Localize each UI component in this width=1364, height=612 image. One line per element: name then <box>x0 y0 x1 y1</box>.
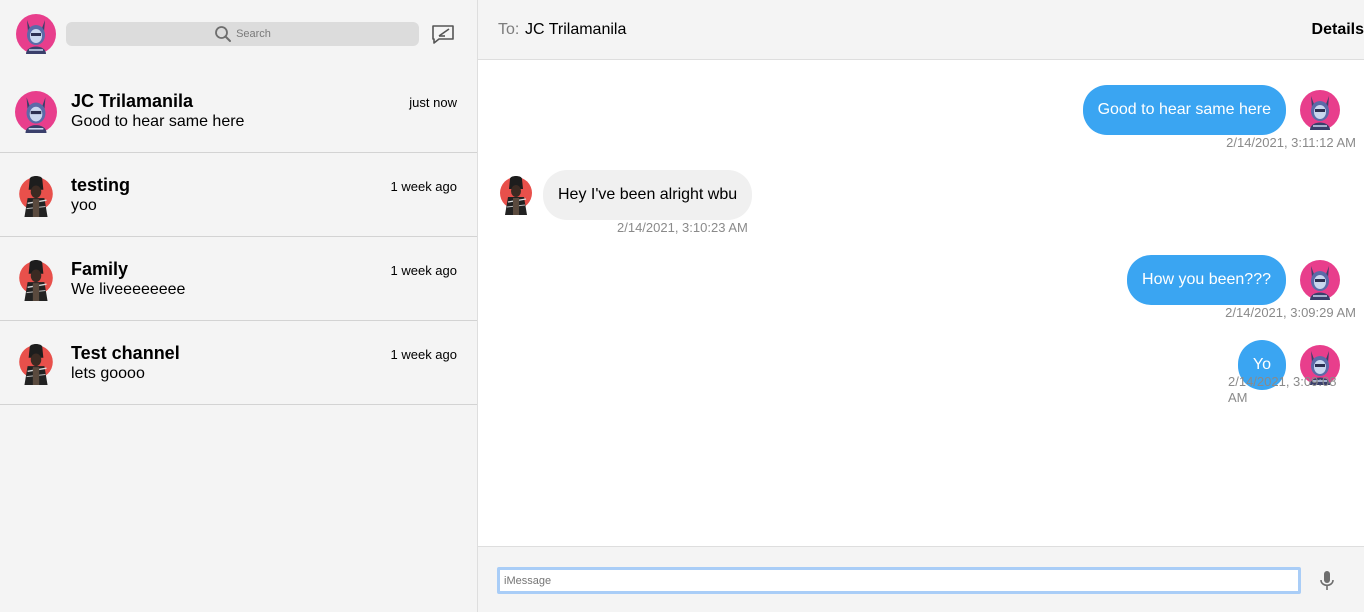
conversation-item[interactable]: testing yoo 1 week ago <box>0 153 477 237</box>
conversation-name: Test channel <box>71 343 180 363</box>
sidebar-header: Search <box>0 0 477 68</box>
user-avatar[interactable] <box>16 14 56 54</box>
composer <box>478 546 1364 612</box>
microphone-icon[interactable] <box>1318 570 1336 592</box>
message-timestamp: 2/14/2021, 3:09:08 AM <box>1228 374 1337 405</box>
search-field[interactable]: Search <box>66 22 419 46</box>
message-avatar <box>1300 90 1340 130</box>
conversation-item[interactable]: JC Trilamanila Good to hear same here ju… <box>0 69 477 153</box>
conversation-time: just now <box>409 95 457 110</box>
recipient-name: JC Trilamanila <box>525 21 627 38</box>
search-placeholder: Search <box>236 28 271 40</box>
search-icon <box>215 26 232 42</box>
message-timestamp: 2/14/2021, 3:09:29 AM <box>1225 305 1356 320</box>
message-bubble-outgoing[interactable]: How you been??? <box>1127 255 1286 305</box>
message-bubble-outgoing[interactable]: Good to hear same here <box>1082 85 1286 135</box>
message-timestamp: 2/14/2021, 3:10:23 AM <box>617 220 748 235</box>
message-bubble-incoming[interactable]: Hey I've been alright wbu <box>543 170 753 220</box>
conversation-avatar <box>15 343 57 385</box>
conversation-name: Family <box>71 259 129 279</box>
conversation-preview: We liveeeeeeee <box>71 281 186 298</box>
conversation-item[interactable]: Family We liveeeeeeee 1 week ago <box>0 237 477 321</box>
conversation-name: JC Trilamanila <box>71 91 194 111</box>
to-label: To: <box>498 21 520 38</box>
conversation-time: 1 week ago <box>390 179 458 194</box>
conversation-time: 1 week ago <box>390 263 458 278</box>
conversation-avatar <box>15 91 57 133</box>
conversation-preview: Good to hear same here <box>71 113 245 130</box>
conversation-name: testing <box>71 175 131 195</box>
conversation-list: JC Trilamanila Good to hear same here ju… <box>0 69 477 405</box>
conversation-item[interactable]: Test channel lets goooo 1 week ago <box>0 321 477 405</box>
message-avatar <box>1300 260 1340 300</box>
details-button[interactable]: Details <box>1312 21 1364 39</box>
conversation-time: 1 week ago <box>390 347 458 362</box>
message-timestamp: 2/14/2021, 3:11:12 AM <box>1226 135 1356 150</box>
conversation-avatar <box>15 175 57 217</box>
message-input[interactable] <box>497 567 1301 594</box>
sidebar: Search JC Trilamanila Good to hear same … <box>0 0 478 612</box>
conversation-avatar <box>15 259 57 301</box>
message-avatar <box>496 175 536 215</box>
conversation-preview: yoo <box>71 197 97 214</box>
chat-header: To: JC Trilamanila Details <box>478 0 1364 60</box>
compose-icon[interactable] <box>430 21 456 47</box>
chat-pane: To: JC Trilamanila Details Good to hear … <box>478 0 1364 612</box>
messages-app: Search JC Trilamanila Good to hear same … <box>0 0 1364 612</box>
conversation-preview: lets goooo <box>71 365 145 382</box>
